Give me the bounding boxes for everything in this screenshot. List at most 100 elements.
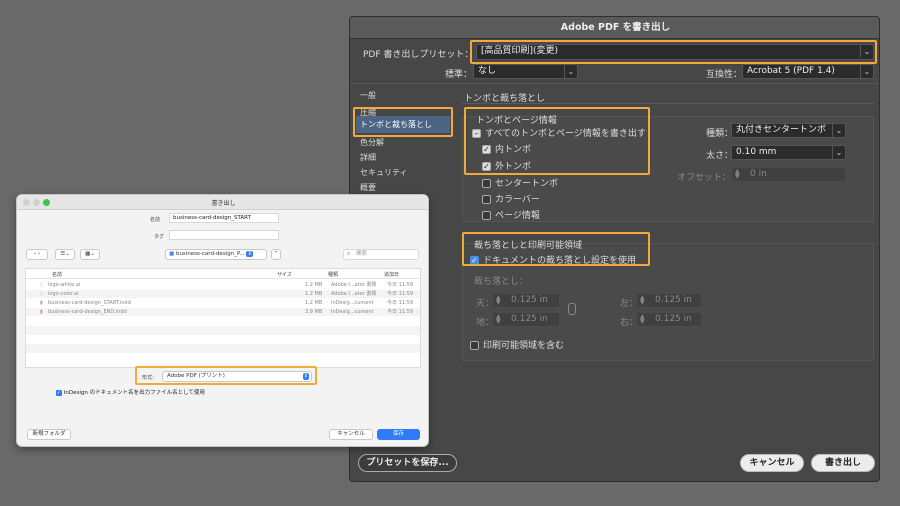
list-view-icon[interactable]: ☰⌄ xyxy=(55,249,75,260)
page-info-checkbox[interactable] xyxy=(482,211,491,220)
color-bars-checkbox[interactable] xyxy=(482,195,491,204)
file-kind: InDesig...cument xyxy=(331,300,374,306)
column-name[interactable]: 名前 xyxy=(52,271,62,279)
file-size: 3.9 MB xyxy=(305,309,323,315)
bleed-left-value: 0.125 in xyxy=(655,295,692,305)
file-row[interactable]: ▯ logo-white.ai 1.2 MB Adobe I...ator 書類… xyxy=(26,281,420,289)
file-size: 1.2 MB xyxy=(305,300,323,306)
color-bars-label: カラーバー xyxy=(495,195,540,205)
file-date: 今日 11:59 xyxy=(387,282,413,288)
chevron-down-icon: ⌄ xyxy=(832,124,845,137)
column-size[interactable]: サイズ xyxy=(277,271,292,279)
divider xyxy=(462,103,874,104)
offset-label: オフセット： xyxy=(677,173,732,183)
link-icon[interactable] xyxy=(568,303,576,315)
chevron-down-icon: ⌄ xyxy=(832,146,845,159)
chevron-down-icon: ⌄ xyxy=(564,65,577,78)
weight-label: 太さ： xyxy=(706,151,734,161)
empty-row xyxy=(26,344,420,353)
name-input[interactable]: business-card-design_START xyxy=(169,213,279,223)
file-icon: ▯ xyxy=(40,282,43,288)
sidebar-item-summary[interactable]: 概要 xyxy=(360,182,376,193)
file-name: business-card-design_START.indd xyxy=(48,300,131,306)
file-date: 今日 11:59 xyxy=(387,291,413,297)
page-info-option[interactable]: ページ情報 xyxy=(482,208,540,221)
include-slug-checkbox[interactable] xyxy=(470,341,479,350)
location-select[interactable]: ■ business-card-design_P... ⇕ xyxy=(165,249,267,260)
file-kind: InDesig...cument xyxy=(331,309,374,315)
sidebar-item-security[interactable]: セキュリティ xyxy=(360,167,408,178)
cancel-button[interactable]: キャンセル xyxy=(329,429,373,440)
stepper-icon: ▲ ▼ xyxy=(496,294,501,306)
bleed-top-input[interactable]: ▲ ▼ 0.125 in xyxy=(492,293,560,308)
file-row[interactable]: ▮ business-card-design_START.indd 1.2 MB… xyxy=(26,299,420,307)
save-dialog: 書き出し 名前 business-card-design_START タグ ‹ … xyxy=(16,194,429,447)
chevron-down-icon: ⌄ xyxy=(860,65,873,78)
indd-file-icon: ▮ xyxy=(40,300,43,306)
search-icon: ⌕ xyxy=(347,250,351,257)
stepper-icon: ▲ ▼ xyxy=(735,168,740,180)
registration-option[interactable]: センタートンボ xyxy=(482,176,558,189)
type-label: 種類： xyxy=(706,129,734,139)
file-kind: Adobe I...ator 書類 xyxy=(331,291,377,297)
bleed-bottom-input[interactable]: ▲ ▼ 0.125 in xyxy=(492,312,560,327)
file-list: 名前 サイズ 種類 追加日 ▯ logo-white.ai 1.2 MB Ado… xyxy=(25,268,421,368)
expand-icon[interactable]: ⌃ xyxy=(271,249,281,260)
highlight-box xyxy=(353,107,453,137)
offset-input[interactable]: ▲ ▼ 0 in xyxy=(731,167,846,182)
color-bars-option[interactable]: カラーバー xyxy=(482,192,540,205)
registration-label: センタートンボ xyxy=(495,179,559,189)
file-date: 今日 11:59 xyxy=(387,300,413,306)
use-doc-name-label: InDesign のドキュメント名を出力ファイル名として使用 xyxy=(63,390,205,396)
location-value: business-card-design_P... xyxy=(175,251,245,257)
column-kind[interactable]: 種類 xyxy=(328,271,338,279)
cancel-button[interactable]: キャンセル xyxy=(740,454,804,472)
empty-row xyxy=(26,326,420,335)
file-date: 今日 11:59 xyxy=(387,309,413,315)
search-input[interactable]: 検索 xyxy=(343,249,419,260)
indd-file-icon: ▮ xyxy=(40,309,43,315)
compat-label: 互換性： xyxy=(706,70,743,80)
file-kind: Adobe I...ator 書類 xyxy=(331,282,377,288)
registration-checkbox[interactable] xyxy=(482,179,491,188)
type-select[interactable]: 丸付きセンタートンボ ⌄ xyxy=(731,123,846,138)
bleed-left-input[interactable]: ▲ ▼ 0.125 in xyxy=(636,293,702,308)
bleed-right-input[interactable]: ▲ ▼ 0.125 in xyxy=(636,312,702,327)
tags-input[interactable] xyxy=(169,230,279,240)
file-icon: ▯ xyxy=(40,291,43,297)
file-row[interactable]: ▮ business-card-design_END.indd 3.9 MB I… xyxy=(26,308,420,316)
sidebar-item-general[interactable]: 一般 xyxy=(360,90,376,101)
new-folder-button[interactable]: 新規フォルダ xyxy=(27,429,71,440)
include-slug-label: 印刷可能領域を含む xyxy=(483,341,565,351)
page-info-label: ページ情報 xyxy=(495,211,540,221)
bleed-bottom-value: 0.125 in xyxy=(511,314,548,324)
file-name: logo-white.ai xyxy=(48,282,81,288)
standard-label: 標準： xyxy=(445,70,473,80)
export-button[interactable]: 書き出し xyxy=(811,454,875,472)
name-label: 名前 xyxy=(150,217,161,223)
back-forward-buttons[interactable]: ‹ › xyxy=(26,249,48,260)
bleed-right-value: 0.125 in xyxy=(655,314,692,324)
use-doc-name-checkbox[interactable]: ✓ xyxy=(56,389,62,396)
dialog-title: 書き出し xyxy=(211,200,236,207)
file-row[interactable]: ▯ logo-color.ai 1.2 MB Adobe I...ator 書類… xyxy=(26,290,420,298)
use-doc-name-option[interactable]: ✓ InDesign のドキュメント名を出力ファイル名として使用 xyxy=(56,388,205,396)
folder-icon: ■ xyxy=(169,251,175,257)
divider xyxy=(350,83,879,84)
column-date[interactable]: 追加日 xyxy=(384,271,399,279)
grid-view-icon[interactable]: ▦⌄ xyxy=(80,249,100,260)
sidebar-item-output[interactable]: 色分解 xyxy=(360,137,384,148)
bleed-top-value: 0.125 in xyxy=(511,295,548,305)
highlight-box xyxy=(464,107,650,175)
save-preset-button[interactable]: プリセットを保存... xyxy=(358,454,457,472)
include-slug-option[interactable]: 印刷可能領域を含む xyxy=(470,338,564,351)
highlight-box xyxy=(462,232,650,266)
stepper-icon: ▲ ▼ xyxy=(640,294,645,306)
file-name: business-card-design_END.indd xyxy=(48,309,127,315)
sidebar-item-advanced[interactable]: 詳細 xyxy=(360,152,376,163)
compat-select[interactable]: Acrobat 5 (PDF 1.4) ⌄ xyxy=(742,64,874,79)
preset-label: PDF 書き出しプリセット： xyxy=(363,50,474,60)
weight-select[interactable]: 0.10 mm ⌄ xyxy=(731,145,846,160)
save-button[interactable]: 保存 xyxy=(377,429,420,440)
standard-select[interactable]: なし ⌄ xyxy=(473,64,578,79)
